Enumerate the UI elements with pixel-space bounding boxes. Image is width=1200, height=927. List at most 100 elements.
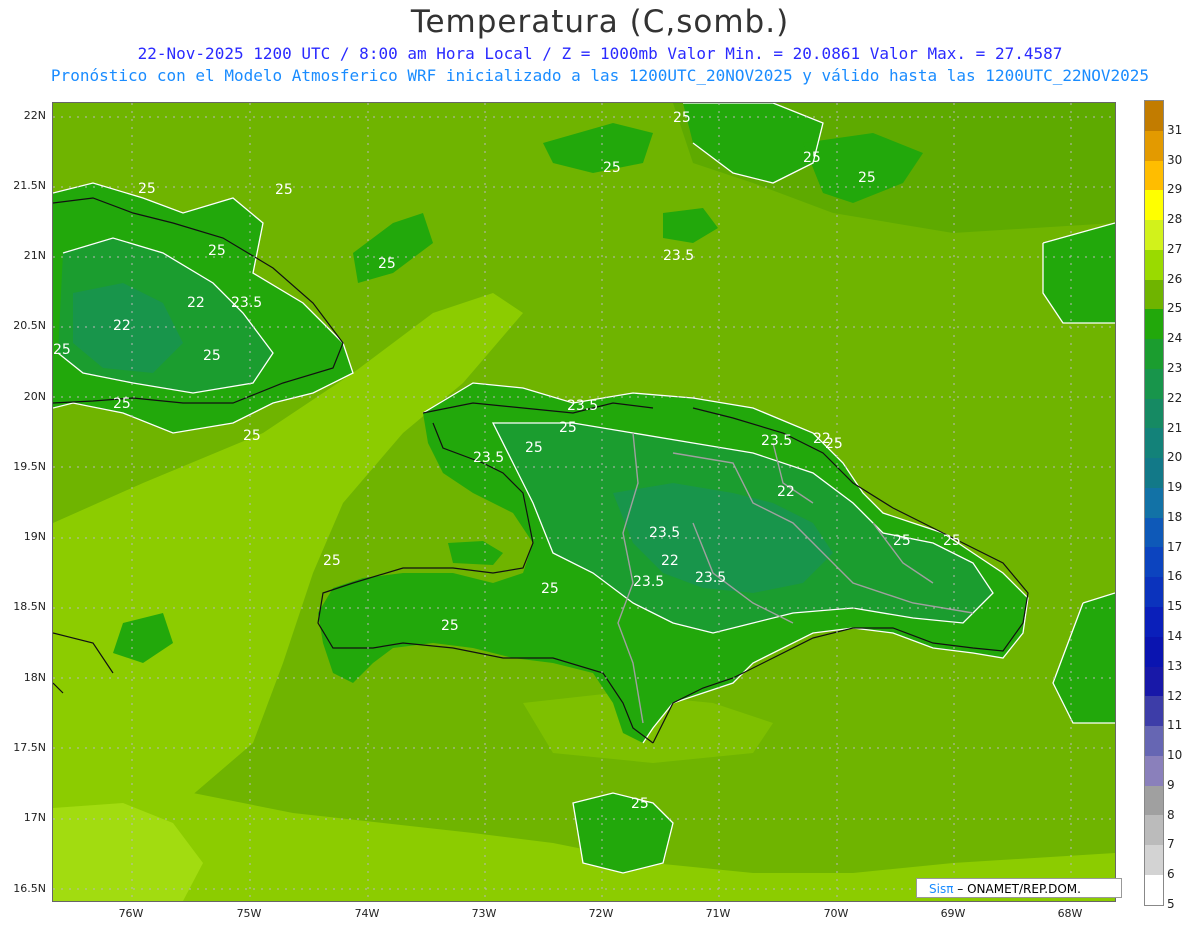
color-bar-label: 30 <box>1167 152 1183 167</box>
lon-label: 71W <box>705 907 731 920</box>
color-bar-swatch <box>1145 547 1163 578</box>
lat-label: 21N <box>23 249 46 262</box>
color-bar-label: 27 <box>1167 241 1183 256</box>
lat-label: 20.5N <box>13 319 46 332</box>
color-bar-label: 7 <box>1167 837 1175 852</box>
contour-label: 25 <box>943 533 961 549</box>
color-bar-swatch <box>1145 101 1163 131</box>
color-bar-swatch <box>1145 636 1163 667</box>
color-bar-swatch <box>1145 815 1163 846</box>
contour-label: 25 <box>559 420 577 436</box>
color-bar-swatch <box>1145 607 1163 637</box>
contour-label: 25 <box>825 436 843 452</box>
color-bar-label: 24 <box>1167 331 1183 346</box>
contour-label: 25 <box>138 181 156 197</box>
lat-label: 16.5N <box>13 882 46 895</box>
lat-label: 18N <box>23 671 46 684</box>
color-bar-swatch <box>1145 785 1163 816</box>
color-bar-label: 19 <box>1167 480 1183 495</box>
color-bar-label: 25 <box>1167 301 1183 316</box>
color-bar-swatch <box>1145 398 1163 429</box>
lat-label: 17N <box>23 811 46 824</box>
subtitle-model-info: Pronóstico con el Modelo Atmosferico WRF… <box>50 66 1150 85</box>
contour-label: 25 <box>378 256 396 272</box>
color-bar-label: 28 <box>1167 212 1183 227</box>
color-bar-label: 15 <box>1167 599 1183 614</box>
contour-label: 25 <box>275 182 293 198</box>
color-bar-label: 10 <box>1167 748 1183 763</box>
lat-label: 19N <box>23 530 46 543</box>
color-bar-label: 20 <box>1167 450 1183 465</box>
credit-box: Sisπ – ONAMET/REP.DOM. <box>916 878 1122 898</box>
color-bar-label: 29 <box>1167 182 1183 197</box>
color-bar-swatch <box>1145 666 1163 697</box>
temperature-map: 25 25 25 25 25 25 25 23.5 25 22 23.5 22 … <box>52 102 1116 902</box>
color-bar-label: 13 <box>1167 658 1183 673</box>
color-bar-swatch <box>1145 249 1163 280</box>
subtitle-valid-time: 22-Nov-2025 1200 UTC / 8:00 am Hora Loca… <box>137 44 1063 63</box>
contour-label: 23.5 <box>231 295 262 311</box>
contour-label: 25 <box>203 348 221 364</box>
color-bar-label: 16 <box>1167 569 1183 584</box>
color-bar-label: 21 <box>1167 420 1183 435</box>
color-bar-swatch <box>1145 190 1163 221</box>
contour-label: 25 <box>893 533 911 549</box>
credit-org: – ONAMET/REP.DOM. <box>957 882 1081 896</box>
contour-label: 25 <box>208 243 226 259</box>
map-canvas: 25 25 25 25 25 25 25 23.5 25 22 23.5 22 … <box>53 103 1115 901</box>
color-bar-swatch <box>1145 755 1163 786</box>
contour-label: 25 <box>603 160 621 176</box>
color-bar-label: 8 <box>1167 807 1175 822</box>
contour-label: 23.5 <box>567 398 598 414</box>
contour-label: 23.5 <box>761 433 792 449</box>
contour-label: 25 <box>243 428 261 444</box>
color-bar-swatch <box>1145 130 1163 161</box>
color-bar-label: 26 <box>1167 271 1183 286</box>
color-bar-label: 22 <box>1167 390 1183 405</box>
color-bar-swatch <box>1145 577 1163 608</box>
contour-label: 25 <box>803 150 821 166</box>
contour-label: 25 <box>525 440 543 456</box>
contour-label: 25 <box>113 396 131 412</box>
lat-label: 18.5N <box>13 600 46 613</box>
color-bar-label: 17 <box>1167 539 1183 554</box>
lat-label: 20N <box>23 390 46 403</box>
color-bar-label: 31 <box>1167 122 1183 137</box>
lat-label: 21.5N <box>13 179 46 192</box>
lon-label: 70W <box>823 907 849 920</box>
lat-label: 22N <box>23 109 46 122</box>
color-bar-swatch <box>1145 220 1163 250</box>
lon-label: 74W <box>354 907 380 920</box>
contour-label: 23.5 <box>649 525 680 541</box>
color-bar-swatch <box>1145 874 1163 905</box>
color-bar-swatch <box>1145 696 1163 727</box>
lon-label: 72W <box>588 907 614 920</box>
contour-label: 23.5 <box>663 248 694 264</box>
color-bar-swatch <box>1145 428 1163 459</box>
color-bar-label: 23 <box>1167 361 1183 375</box>
color-bar-swatch <box>1145 458 1163 488</box>
color-bar-label: 9 <box>1167 777 1175 792</box>
contour-label: 23.5 <box>473 450 504 466</box>
contour-label: 25 <box>858 170 876 186</box>
contour-label: 23.5 <box>695 570 726 586</box>
color-bar-swatch <box>1145 487 1163 518</box>
color-bar-label: 18 <box>1167 509 1183 524</box>
color-bar-swatch <box>1145 368 1163 399</box>
contour-label: 25 <box>541 581 559 597</box>
contour-label: 22 <box>187 295 205 311</box>
color-bar-label: 12 <box>1167 688 1183 703</box>
contour-label: 25 <box>441 618 459 634</box>
lat-label: 17.5N <box>13 741 46 754</box>
color-bar-swatch <box>1145 339 1163 369</box>
lon-label: 69W <box>940 907 966 920</box>
color-bar-swatch <box>1145 160 1163 191</box>
contour-label: 23.5 <box>633 574 664 590</box>
contour-label: 22 <box>113 318 131 334</box>
color-bar-swatch <box>1145 845 1163 875</box>
lon-label: 73W <box>471 907 497 920</box>
lat-label: 19.5N <box>13 460 46 473</box>
color-bar-label: 14 <box>1167 629 1183 643</box>
contour-label: 25 <box>631 796 649 812</box>
color-bar-label: 6 <box>1167 867 1175 882</box>
